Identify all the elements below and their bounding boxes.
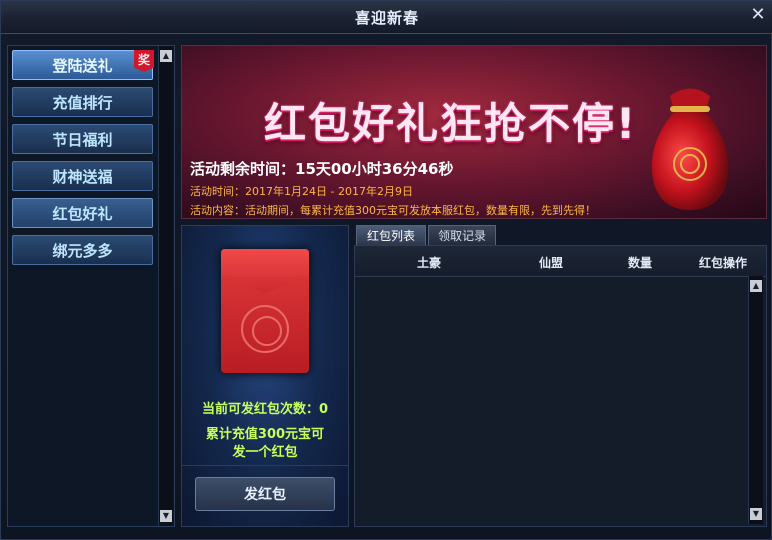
sidebar-item-label: 充值排行 [52,94,113,112]
table-scrollbar[interactable]: ▲ ▼ [748,276,763,524]
title-bar: 喜迎新春 ✕ [1,1,772,34]
reward-badge-icon: 奖 [134,50,154,72]
scroll-down-icon[interactable]: ▼ [750,508,762,520]
sidebar-scrollbar[interactable]: ▲ ▼ [158,46,173,526]
red-packet-panel: 当前可发红包次数：0 累计充值300元宝可 发一个红包 发红包 [181,225,349,527]
lucky-bag-icon [651,88,729,210]
column-header-action: 红包操作 [699,256,748,270]
column-header-quantity: 数量 [628,256,653,270]
sidebar-item-label: 红包好礼 [52,205,113,223]
sidebar-item-label: 节日福利 [52,131,113,149]
rule-text-line2: 发一个红包 [232,445,298,460]
rule-text-line1: 累计充值300元宝可 [205,427,325,442]
envelope-flap [221,249,309,293]
sidebar-item-recharge-rank[interactable]: 充值排行 [12,87,153,117]
sidebar-item-label: 登陆送礼 [52,57,113,75]
sidebar-item-red-packet[interactable]: 红包好礼 [12,198,153,228]
countdown-text: 活动剩余时间：15天00小时36分46秒 [190,160,454,178]
divider [182,465,348,466]
sidebar-nav: 登陆送礼 奖 充值排行 节日福利 财神送福 红包好礼 绑元多多 ▲ ▼ [7,45,175,527]
table-header: 土豪 仙盟 数量 红包操作 [355,246,766,277]
event-banner: 红包好礼狂抢不停! 活动剩余时间：15天00小时36分46秒 活动时间：2017… [181,45,767,219]
sidebar-item-label: 绑元多多 [52,242,113,260]
envelope-seal [241,305,289,353]
tab-claim-records[interactable]: 领取记录 [428,225,496,245]
send-red-packet-button[interactable]: 发红包 [195,477,335,511]
window-title: 喜迎新春 [354,9,419,27]
red-packet-table: 土豪 仙盟 数量 红包操作 ▲ ▼ [354,245,767,527]
scroll-down-icon[interactable]: ▼ [160,510,172,522]
scroll-up-icon[interactable]: ▲ [160,50,172,62]
event-time-text: 活动时间：2017年1月24日 - 2017年2月9日 [190,185,413,198]
column-header-tycoon: 土豪 [417,256,442,270]
event-content-text: 活动内容：活动期间，每累计充值300元宝可发放本服红包，数量有限，先到先得！ [190,204,596,217]
banner-headline: 红包好礼狂抢不停! [264,99,638,148]
sidebar-item-login-gift[interactable]: 登陆送礼 奖 [12,50,154,80]
column-header-guild: 仙盟 [539,256,564,270]
sidebar-item-label: 财神送福 [52,168,113,186]
red-envelope-icon [221,249,309,373]
sidebar-item-bound-yuanbao[interactable]: 绑元多多 [12,235,153,265]
event-window: 喜迎新春 ✕ 登陆送礼 奖 充值排行 节日福利 财神送福 红包好礼 绑元多多 ▲… [0,0,772,540]
tab-red-packet-list[interactable]: 红包列表 [356,225,426,245]
close-icon[interactable]: ✕ [749,6,767,24]
sidebar-item-holiday-welfare[interactable]: 节日福利 [12,124,153,154]
sidebar-item-fortune-god[interactable]: 财神送福 [12,161,153,191]
scroll-up-icon[interactable]: ▲ [750,280,762,292]
send-count-text: 当前可发红包次数：0 [201,402,329,417]
